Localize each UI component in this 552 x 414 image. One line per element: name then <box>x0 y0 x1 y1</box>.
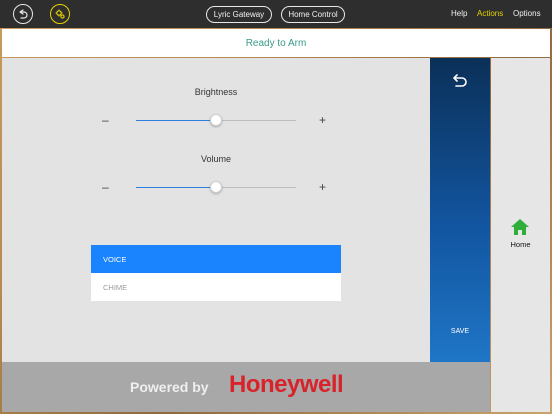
action-sidebar: SAVE <box>430 58 490 362</box>
help-menu[interactable]: Help <box>451 9 467 18</box>
home-icon[interactable] <box>510 218 530 241</box>
undo-arrow-icon[interactable] <box>450 74 468 93</box>
top-bar: Lyric Gateway Home Control Help Actions … <box>0 0 552 28</box>
honeywell-logo: Honeywell <box>229 371 344 398</box>
save-button[interactable]: SAVE <box>430 328 490 335</box>
footer: Powered by Honeywell <box>2 362 490 412</box>
brightness-label: Brightness <box>194 87 238 97</box>
lyric-gateway-button[interactable]: Lyric Gateway <box>206 6 272 23</box>
volume-label: Volume <box>200 154 232 164</box>
brightness-slider-fill <box>136 120 216 121</box>
options-menu[interactable]: Options <box>513 9 541 18</box>
back-arrow-icon[interactable] <box>13 4 33 24</box>
settings-panel: Brightness – + Volume – + VOICE CHIME <box>2 58 430 362</box>
gear-settings-icon[interactable] <box>50 4 70 24</box>
volume-slider-thumb[interactable] <box>210 181 222 193</box>
home-label[interactable]: Home <box>491 240 550 249</box>
powered-by-text: Powered by <box>130 379 209 395</box>
brightness-minus-button[interactable]: – <box>102 113 109 127</box>
chime-option[interactable]: CHIME <box>91 273 341 301</box>
voice-option[interactable]: VOICE <box>91 245 341 273</box>
status-bar: Ready to Arm <box>2 29 550 57</box>
actions-menu[interactable]: Actions <box>477 9 503 18</box>
volume-slider-fill <box>136 187 216 188</box>
right-nav-panel: Home <box>491 58 550 412</box>
brightness-plus-button[interactable]: + <box>319 113 326 127</box>
home-control-button[interactable]: Home Control <box>281 6 345 23</box>
volume-minus-button[interactable]: – <box>102 180 109 194</box>
brightness-slider-thumb[interactable] <box>210 114 222 126</box>
volume-plus-button[interactable]: + <box>319 180 326 194</box>
